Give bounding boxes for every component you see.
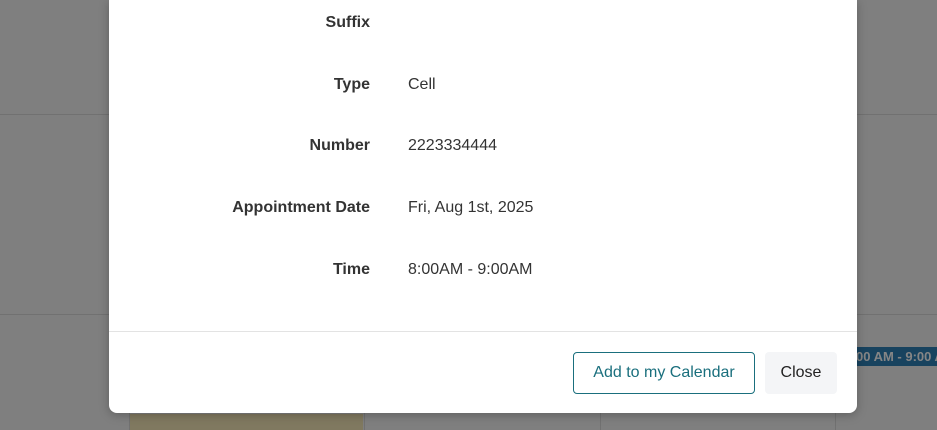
detail-value: 8:00AM - 9:00AM [408,261,533,278]
detail-label: Appointment Date [232,199,370,216]
detail-row-number: Number 2223334444 [109,134,857,158]
detail-value: 2223334444 [408,137,497,154]
detail-label: Suffix [325,14,370,31]
appointment-details-modal: Suffix Type Cell Number 2223334444 Appoi… [109,0,857,413]
detail-label: Time [332,261,370,278]
close-button[interactable]: Close [765,352,837,394]
add-to-calendar-button[interactable]: Add to my Calendar [573,352,755,394]
detail-value: Cell [408,76,436,93]
detail-row-suffix: Suffix [109,11,857,35]
detail-row-type: Type Cell [109,73,857,97]
modal-footer-divider [109,331,857,332]
detail-row-time: Time 8:00AM - 9:00AM [109,258,857,282]
detail-label: Type [333,76,370,93]
detail-label: Number [309,137,370,154]
detail-value: Fri, Aug 1st, 2025 [408,199,534,216]
detail-row-appointment-date: Appointment Date Fri, Aug 1st, 2025 [109,196,857,220]
